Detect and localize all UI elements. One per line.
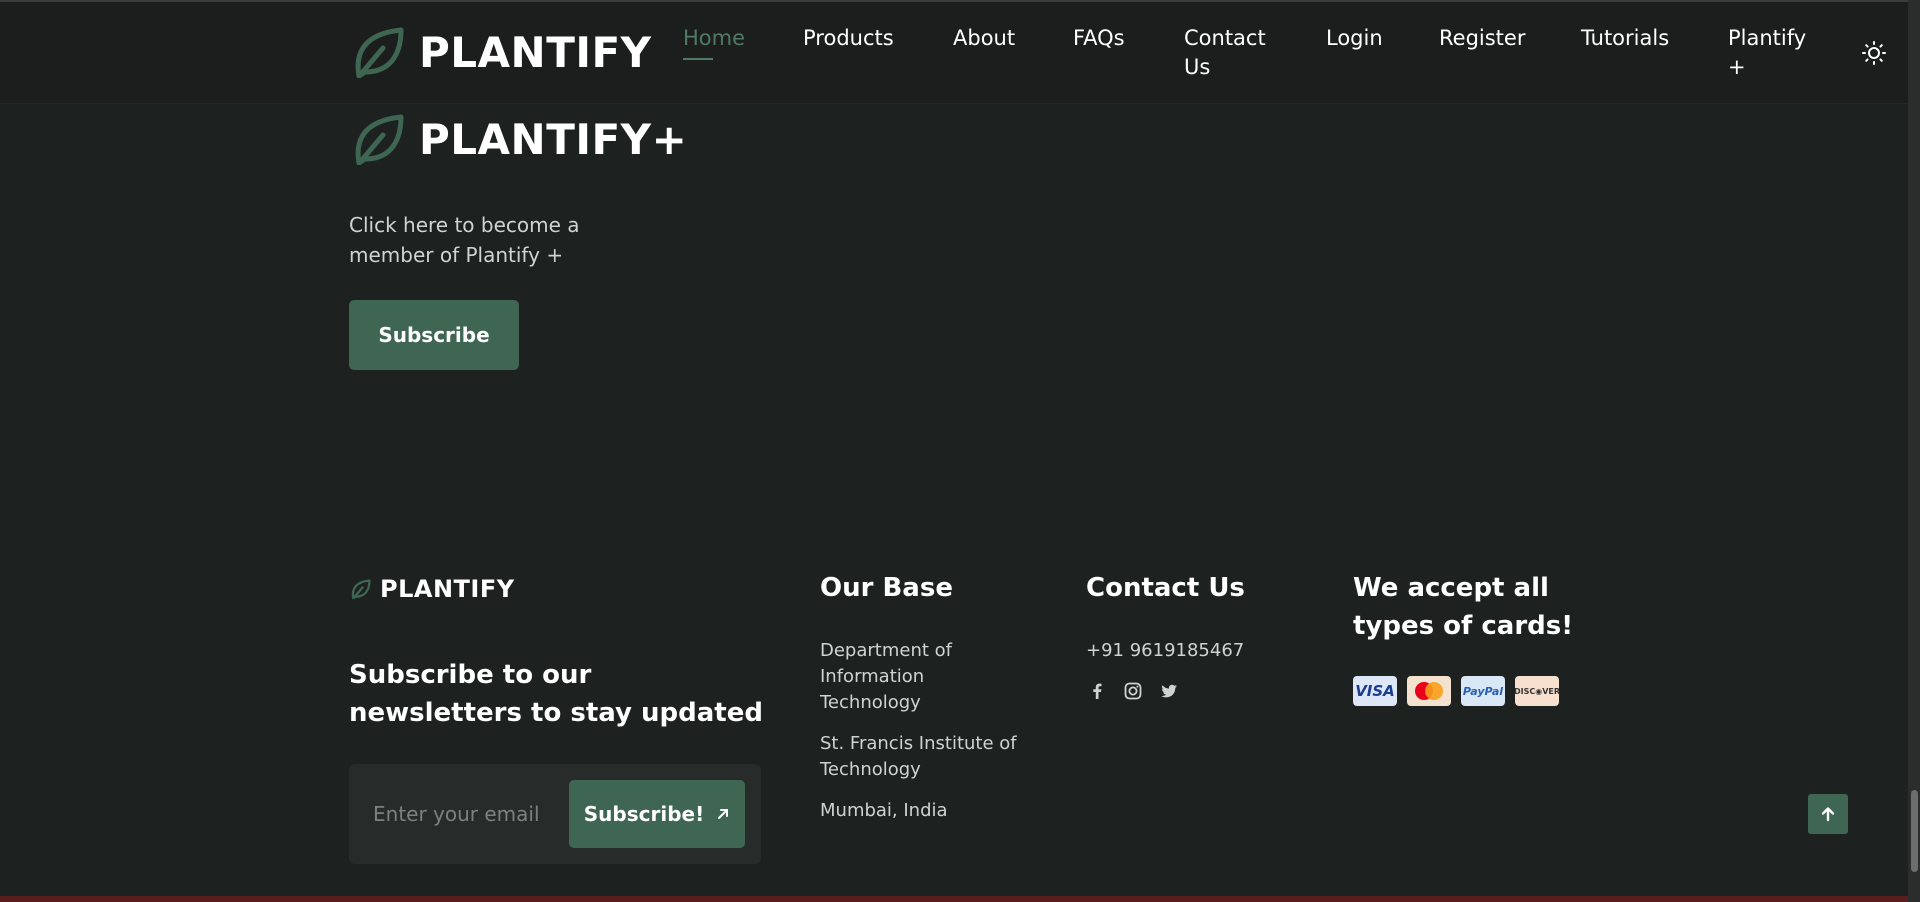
back-to-top-button[interactable] <box>1808 794 1848 834</box>
plantify-plus-logo: PLANTIFY+ <box>353 113 687 165</box>
active-underline <box>683 58 713 60</box>
contact-phone[interactable]: +91 9619185467 <box>1086 638 1244 664</box>
arrow-up-icon <box>1821 807 1835 822</box>
mastercard-card-icon <box>1407 676 1451 706</box>
subscribe-button-label: Subscribe <box>378 323 490 347</box>
nav-plantify-label: Plantify <box>1728 26 1807 50</box>
nav-faqs-label: FAQs <box>1073 26 1125 50</box>
nav-products-label: Products <box>803 26 894 50</box>
theme-toggle-button[interactable] <box>1862 41 1886 65</box>
site-header: PLANTIFY Home Products About FAQs Contac… <box>0 2 1908 104</box>
our-base-title: Our Base <box>820 573 953 603</box>
base-city: Mumbai, India <box>820 800 948 821</box>
nav-tutorials[interactable]: Tutorials <box>1581 24 1669 53</box>
nav-home-label: Home <box>683 26 746 50</box>
twitter-icon[interactable] <box>1158 680 1180 702</box>
leaf-icon <box>355 27 404 78</box>
plantify-plus-description: Click here to become a member of Plantif… <box>349 213 580 267</box>
newsletter-title: Subscribe to our newsletters to stay upd… <box>349 660 763 728</box>
visa-card-icon: VISA <box>1353 676 1397 706</box>
nav-products[interactable]: Products <box>803 24 894 53</box>
nav-about[interactable]: About <box>953 24 1015 53</box>
scrollbar-thumb[interactable] <box>1911 790 1918 872</box>
leaf-icon <box>351 579 371 599</box>
bottom-strip <box>0 896 1908 902</box>
header-logo[interactable]: PLANTIFY <box>353 26 652 78</box>
nav-plantify-plus[interactable]: Plantify + <box>1728 24 1806 82</box>
social-links <box>1086 680 1180 702</box>
nav-home[interactable]: Home <box>683 24 746 60</box>
sun-icon <box>1862 41 1886 65</box>
cards-title: We accept all types of cards! <box>1353 573 1574 641</box>
newsletter-form: Subscribe! <box>349 764 761 864</box>
nav-register-label: Register <box>1439 26 1526 50</box>
contact-us-title: Contact Us <box>1086 573 1245 603</box>
nav-tutorials-label: Tutorials <box>1581 26 1670 50</box>
facebook-icon[interactable] <box>1086 680 1108 702</box>
base-department: Department of Information Technology <box>820 640 952 713</box>
newsletter-subscribe-button[interactable]: Subscribe! <box>569 780 745 848</box>
newsletter-subscribe-label: Subscribe! <box>583 802 705 826</box>
nav-about-label: About <box>953 26 1016 50</box>
nav-contact-us[interactable]: Contact Us <box>1184 24 1266 82</box>
nav-login-label: Login <box>1326 26 1383 50</box>
leaf-icon <box>355 114 404 165</box>
nav-faqs[interactable]: FAQs <box>1073 24 1125 53</box>
payment-cards: VISA PayPal DISC◉VER <box>1353 676 1560 706</box>
brand-name: PLANTIFY <box>419 27 652 77</box>
paypal-card-icon: PayPal <box>1461 676 1505 706</box>
nav-contact-label-line2: Us <box>1184 55 1211 79</box>
footer-logo[interactable]: PLANTIFY <box>351 575 515 603</box>
email-field[interactable] <box>361 780 561 848</box>
nav-login[interactable]: Login <box>1326 24 1383 53</box>
instagram-icon[interactable] <box>1122 680 1144 702</box>
footer-brand-name: PLANTIFY <box>380 575 515 603</box>
subscribe-button[interactable]: Subscribe <box>349 300 519 370</box>
plantify-plus-title: PLANTIFY+ <box>419 114 688 164</box>
arrow-up-right-icon <box>718 809 729 819</box>
nav-contact-label: Contact <box>1184 26 1266 50</box>
nav-register[interactable]: Register <box>1439 24 1525 53</box>
base-institute: St. Francis Institute of Technology <box>820 733 1017 780</box>
page-scrollbar[interactable] <box>1908 0 1920 902</box>
nav-plantify-label-line2: + <box>1728 55 1746 79</box>
discover-card-icon: DISC◉VER <box>1514 676 1560 706</box>
